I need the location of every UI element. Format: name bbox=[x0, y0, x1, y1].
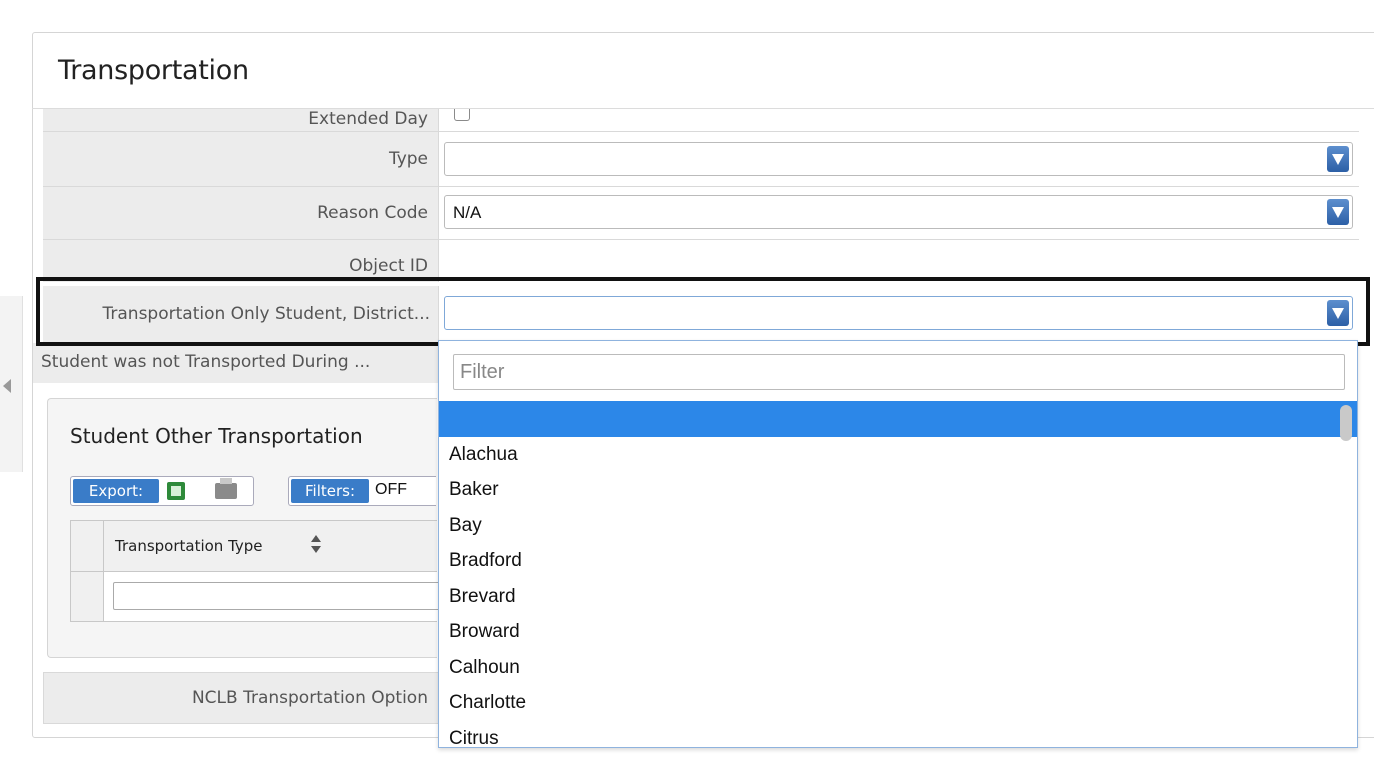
other-transportation-table: Transportation Type bbox=[70, 520, 453, 622]
sort-icon[interactable] bbox=[311, 535, 321, 557]
type-dropdown-arrow-icon[interactable] bbox=[1327, 146, 1349, 172]
dropdown-filter-field[interactable] bbox=[453, 354, 1345, 390]
transport-only-select[interactable] bbox=[444, 296, 1353, 330]
dropdown-option[interactable]: Charlotte bbox=[439, 685, 1357, 721]
reason-code-dropdown-arrow-icon[interactable] bbox=[1327, 199, 1349, 225]
extended-day-value bbox=[440, 109, 1359, 131]
reason-code-label: Reason Code bbox=[43, 187, 439, 239]
transport-only-dropdown-arrow-icon[interactable] bbox=[1327, 300, 1349, 326]
row-reason-code: Reason Code N/A bbox=[43, 187, 1359, 240]
dropdown-scrollbar[interactable] bbox=[1340, 405, 1352, 441]
export-label: Export: bbox=[73, 479, 159, 503]
filters-state: OFF bbox=[375, 481, 407, 498]
dropdown-option[interactable] bbox=[439, 401, 1357, 437]
reason-code-value: N/A bbox=[440, 187, 1359, 239]
row-extended-day: Extended Day bbox=[43, 109, 1359, 132]
not-transported-label: Student was not Transported During ... bbox=[33, 343, 439, 383]
filters-toggle[interactable]: Filters: OFF bbox=[288, 476, 436, 506]
excel-export-icon[interactable] bbox=[167, 482, 185, 500]
type-label: Type bbox=[43, 132, 439, 186]
column-filter-input[interactable] bbox=[113, 582, 453, 610]
other-transportation-title: Student Other Transportation bbox=[70, 424, 363, 448]
column-header-transportation-type[interactable]: Transportation Type bbox=[115, 537, 263, 555]
dropdown-option[interactable]: Bay bbox=[439, 508, 1357, 544]
type-value bbox=[440, 132, 1359, 186]
dropdown-option[interactable]: Calhoun bbox=[439, 650, 1357, 686]
print-icon[interactable] bbox=[215, 478, 237, 499]
transport-only-value bbox=[440, 286, 1359, 342]
gutter-divider bbox=[71, 571, 103, 572]
reason-code-select-value: N/A bbox=[453, 203, 482, 222]
dropdown-option[interactable]: Bradford bbox=[439, 543, 1357, 579]
panel-title: Transportation bbox=[58, 55, 249, 86]
extended-day-label: Extended Day bbox=[43, 109, 439, 131]
dropdown-option[interactable]: Brevard bbox=[439, 579, 1357, 615]
nclb-label: NCLB Transportation Option bbox=[191, 688, 428, 708]
row-nclb: NCLB Transportation Option bbox=[43, 672, 439, 724]
district-dropdown: Alachua Baker Bay Bradford Brevard Browa… bbox=[438, 340, 1358, 748]
filters-label: Filters: bbox=[291, 479, 369, 503]
row-transport-only: Transportation Only Student, District... bbox=[43, 286, 1359, 343]
transport-only-label: Transportation Only Student, District... bbox=[43, 286, 439, 342]
dropdown-option[interactable]: Broward bbox=[439, 614, 1357, 650]
export-controls: Export: bbox=[70, 476, 254, 506]
type-select[interactable] bbox=[444, 142, 1353, 176]
dropdown-filter-input[interactable] bbox=[454, 355, 1344, 389]
table-filter-row bbox=[104, 572, 453, 622]
dropdown-option[interactable]: Citrus bbox=[439, 721, 1357, 748]
row-object-id: Object ID bbox=[43, 240, 1359, 282]
object-id-label: Object ID bbox=[43, 240, 439, 282]
object-id-value bbox=[440, 240, 1359, 282]
collapse-arrow-icon[interactable] bbox=[3, 379, 11, 393]
reason-code-select[interactable]: N/A bbox=[444, 195, 1353, 229]
dropdown-options: Alachua Baker Bay Bradford Brevard Browa… bbox=[439, 401, 1357, 747]
dropdown-option[interactable]: Alachua bbox=[439, 437, 1357, 473]
extended-day-checkbox[interactable] bbox=[454, 109, 470, 121]
dropdown-option[interactable]: Baker bbox=[439, 472, 1357, 508]
row-type: Type bbox=[43, 132, 1359, 187]
